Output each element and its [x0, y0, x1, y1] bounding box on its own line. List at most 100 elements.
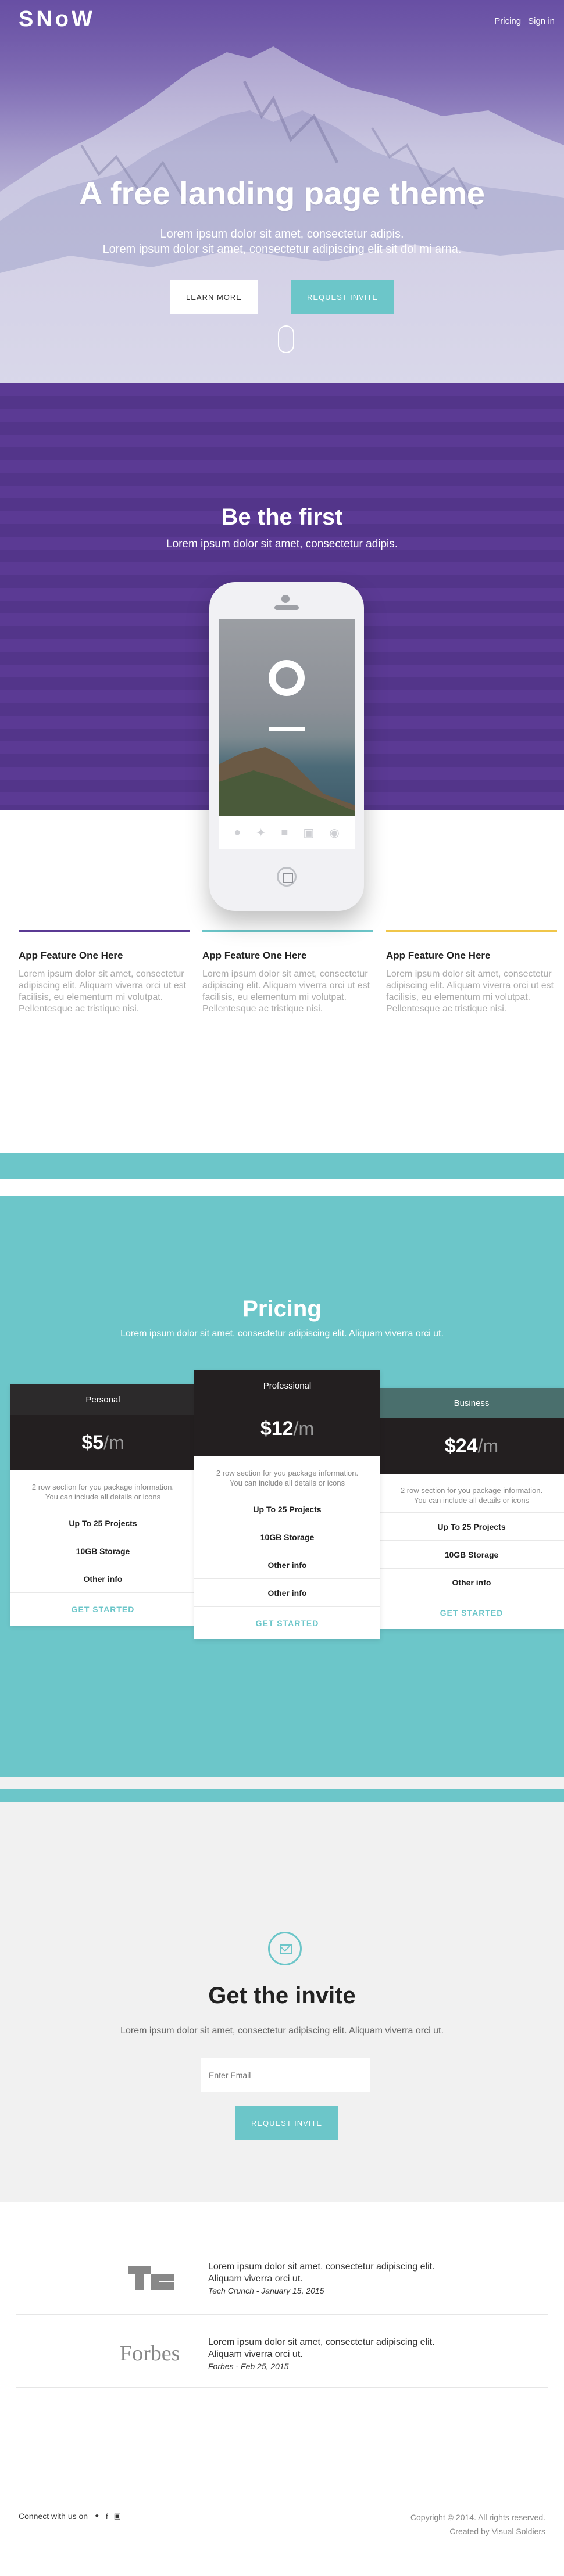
phone-social-bar: ● ✦ ■ ▣ ◉ [219, 816, 355, 849]
plan-feature: 10GB Storage [10, 1537, 195, 1565]
plan-name: Business [379, 1388, 564, 1418]
plan-price-amount: $5 [81, 1431, 104, 1454]
plan-feature: 10GB Storage [194, 1523, 380, 1551]
skype-icon: ◉ [329, 826, 340, 839]
plan-feature: Other info [10, 1565, 195, 1593]
footer-copyright: Copyright © 2014. All rights reserved. C… [410, 2510, 545, 2538]
plan-description-line1: 2 row section for you package informatio… [216, 1469, 359, 1477]
instagram-icon[interactable]: ▣ [114, 2512, 121, 2521]
plan-description: 2 row section for you package informatio… [10, 1470, 195, 1509]
instagram-icon: ▣ [303, 826, 315, 839]
phone-mockup: ● ✦ ■ ▣ ◉ [209, 582, 364, 911]
request-invite-button[interactable]: REQUEST INVITE [291, 280, 394, 314]
techcrunch-logo [128, 2266, 174, 2290]
hero-subtitle-line1: Lorem ipsum dolor sit amet, consectetur … [160, 228, 404, 241]
app-logo-ring-icon [269, 660, 305, 696]
plan-card-business: Business $24/m 2 row section for you pac… [379, 1388, 564, 1629]
divider [16, 2387, 548, 2388]
nav-link-sign-in[interactable]: Sign in [528, 16, 555, 26]
hero-title: A free landing page theme [78, 175, 486, 211]
plan-description: 2 row section for you package informatio… [194, 1456, 380, 1495]
invite-section: Get the invite Lorem ipsum dolor sit ame… [0, 1802, 564, 2202]
phone-screen-image [219, 747, 355, 816]
forbes-logo: Forbes [120, 2341, 180, 2366]
grey-gap [0, 1777, 564, 1789]
invite-subtitle: Lorem ipsum dolor sit amet, consectetur … [120, 2026, 444, 2036]
footer: Connect with us on ✦ f ▣ Copyright © 201… [0, 2423, 564, 2576]
plan-description-line1: 2 row section for you package informatio… [31, 1483, 174, 1491]
twitter-icon[interactable]: ✦ [94, 2512, 100, 2521]
plan-price: $24/m [379, 1418, 564, 1474]
invite-submit-button[interactable]: REQUEST INVITE [235, 2106, 338, 2140]
plan-price-amount: $12 [260, 1417, 294, 1440]
divider [16, 2314, 548, 2315]
first-subtitle: Lorem ipsum dolor sit amet, consectetur … [166, 538, 398, 550]
plan-price-period: /m [477, 1435, 499, 1456]
plan-price-period: /m [103, 1431, 124, 1453]
testimonial-quote-line1: Lorem ipsum dolor sit amet, consectetur … [208, 2337, 435, 2347]
be-the-first-section: Be the first Lorem ipsum dolor sit amet,… [0, 383, 564, 911]
facebook-icon: ■ [281, 826, 288, 839]
plan-name: Personal [10, 1384, 195, 1415]
feature-text: Lorem ipsum dolor sit amet, consectetur … [19, 969, 187, 1014]
plan-feature: Up To 25 Projects [10, 1509, 195, 1537]
credit-text[interactable]: Created by Visual Soldiers [410, 2524, 545, 2538]
plan-description-line2: You can include all details or icons [45, 1492, 161, 1501]
invite-title: Get the invite [208, 1983, 356, 2008]
get-started-button-professional[interactable]: GET STARTED [194, 1607, 380, 1639]
user-icon: ● [234, 826, 241, 839]
teal-divider [0, 1153, 564, 1179]
feature-title: App Feature One Here [202, 950, 307, 961]
hero-section: SNoW Pricing Sign in A free landing page… [0, 0, 564, 383]
nav-link-pricing[interactable]: Pricing [494, 16, 521, 26]
plan-feature: Up To 25 Projects [379, 1513, 564, 1541]
plan-feature: Other info [194, 1551, 380, 1579]
pricing-title: Pricing [242, 1296, 322, 1322]
testimonial-2: Lorem ipsum dolor sit amet, consectetur … [208, 2336, 499, 2373]
connect-label: Connect with us on [19, 2512, 88, 2521]
plan-price-period: /m [293, 1418, 315, 1439]
feature-card-3: App Feature One Here Lorem ipsum dolor s… [386, 930, 557, 1015]
plan-feature: Other info [379, 1569, 564, 1596]
scroll-mouse-icon[interactable] [278, 325, 294, 353]
plan-price: $12/m [194, 1401, 380, 1456]
feature-card-1: App Feature One Here Lorem ipsum dolor s… [19, 930, 190, 1015]
get-started-button-business[interactable]: GET STARTED [379, 1596, 564, 1629]
learn-more-button[interactable]: LEARN MORE [170, 280, 258, 314]
plan-price: $5/m [10, 1415, 195, 1470]
testimonial-source: Tech Crunch - January 15, 2015 [208, 2286, 324, 2295]
plan-feature: Up To 25 Projects [194, 1495, 380, 1523]
plan-feature: 10GB Storage [379, 1541, 564, 1569]
email-input[interactable] [201, 2058, 370, 2092]
phone-speaker [274, 605, 299, 610]
feature-accent-line [19, 930, 190, 932]
plan-price-amount: $24 [444, 1434, 478, 1457]
facebook-icon[interactable]: f [106, 2512, 108, 2521]
plan-card-professional: Professional $12/m 2 row section for you… [194, 1370, 380, 1639]
first-title: Be the first [221, 504, 343, 530]
get-started-button-personal[interactable]: GET STARTED [10, 1593, 195, 1626]
feature-text: Lorem ipsum dolor sit amet, consectetur … [386, 969, 554, 1014]
plan-description: 2 row section for you package informatio… [379, 1474, 564, 1513]
feature-card-2: App Feature One Here Lorem ipsum dolor s… [202, 930, 373, 1015]
feature-text: Lorem ipsum dolor sit amet, consectetur … [202, 969, 370, 1014]
hero-subtitle: Lorem ipsum dolor sit amet, consectetur … [0, 227, 564, 257]
plan-description-line2: You can include all details or icons [229, 1479, 345, 1487]
feature-accent-line [386, 930, 557, 932]
white-gap [0, 1179, 564, 1196]
footer-social: Connect with us on ✦ f ▣ [19, 2512, 121, 2521]
pricing-section: Pricing Lorem ipsum dolor sit amet, cons… [0, 1196, 564, 1777]
testimonial-quote-line2: Aliquam viverra orci ut. [208, 2349, 303, 2359]
nav-links: Pricing Sign in [494, 16, 555, 26]
pricing-subtitle: Lorem ipsum dolor sit amet, consectetur … [120, 1329, 444, 1339]
hero-buttons: LEARN MORE REQUEST INVITE [0, 280, 564, 314]
feature-title: App Feature One Here [19, 950, 123, 961]
hero-subtitle-line2: Lorem ipsum dolor sit amet, consectetur … [102, 243, 462, 256]
app-logo-bar [269, 727, 305, 731]
phone-screen [219, 619, 355, 816]
logo[interactable]: SNoW [19, 7, 95, 32]
top-navbar: SNoW Pricing Sign in [0, 0, 564, 41]
envelope-icon [268, 1932, 302, 1965]
phone-home-button [277, 867, 297, 887]
teal-divider-thin [0, 1789, 564, 1802]
